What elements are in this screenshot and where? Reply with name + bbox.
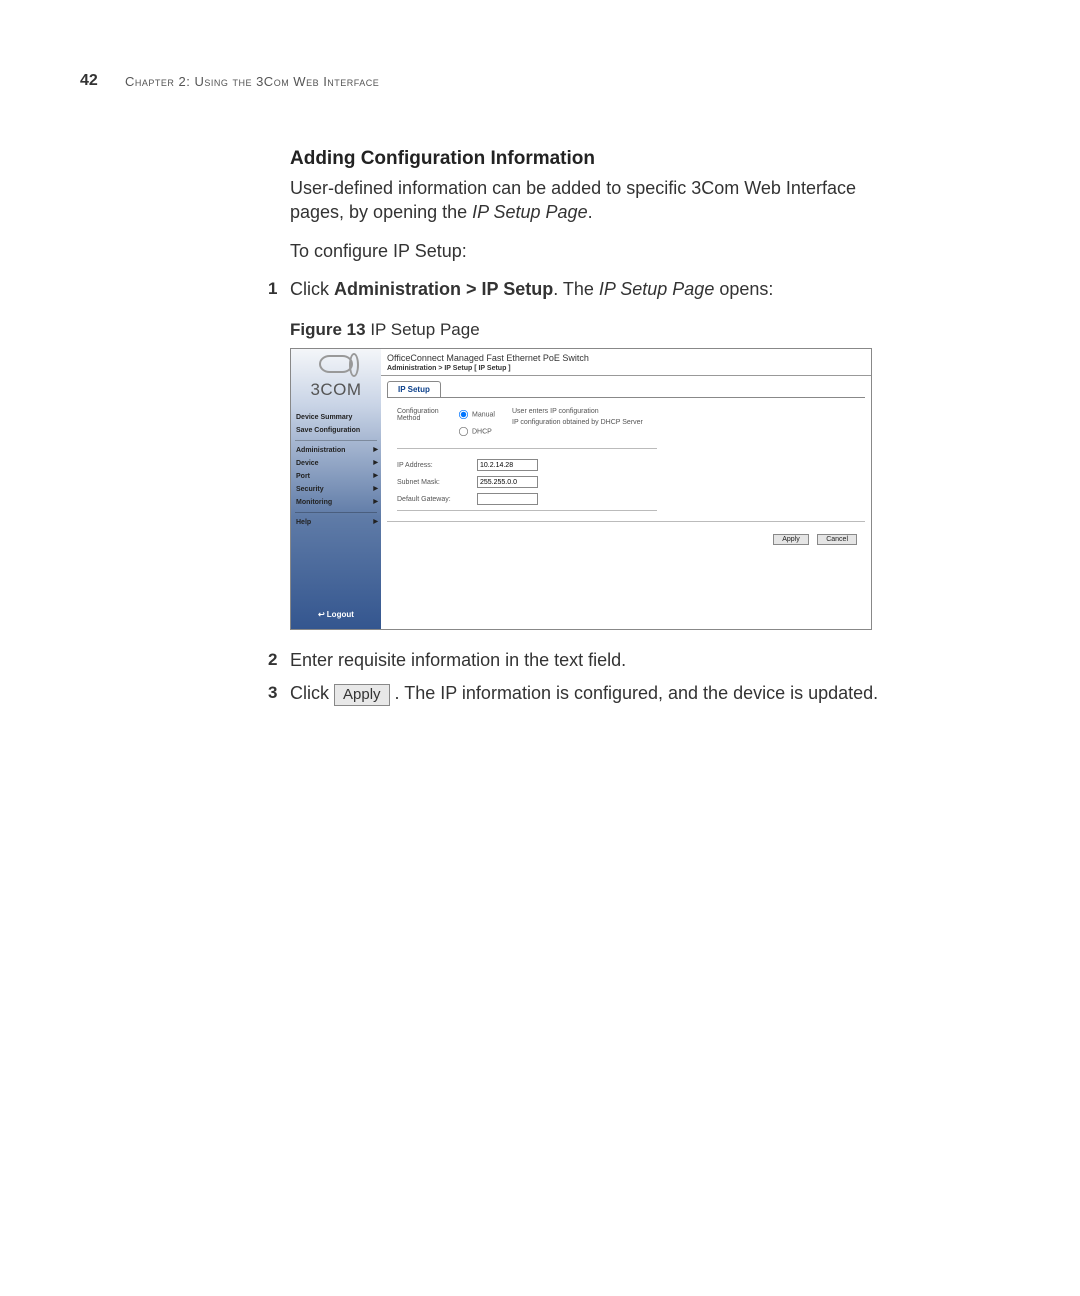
apply-button[interactable]: Apply	[773, 534, 809, 545]
step-2: 2 Enter requisite information in the tex…	[290, 648, 910, 673]
logout-link[interactable]: ↪Logout	[291, 610, 381, 619]
sidebar-item-device[interactable]: Device▶	[293, 457, 379, 470]
sidebar-item-help[interactable]: Help▶	[293, 516, 379, 529]
figure-label-bold: Figure 13	[290, 320, 366, 339]
ip-setup-page-ref: IP Setup Page	[472, 202, 587, 222]
panel-divider-2	[397, 510, 657, 511]
radio-dhcp[interactable]: DHCP	[457, 425, 512, 438]
chevron-right-icon: ▶	[373, 485, 378, 492]
desc-dhcp: IP configuration obtained by DHCP Server	[512, 419, 643, 426]
device-title: OfficeConnect Managed Fast Ethernet PoE …	[381, 349, 871, 363]
step-1-a: Click	[290, 279, 334, 299]
sidebar-item-administration[interactable]: Administration▶	[293, 444, 379, 457]
step-2-text: Enter requisite information in the text …	[290, 650, 626, 670]
chevron-right-icon: ▶	[373, 446, 378, 453]
brand-text: 3COM	[310, 380, 361, 399]
step-1-c: . The	[553, 279, 599, 299]
default-gateway-label: Default Gateway:	[397, 496, 477, 503]
subnet-mask-label: Subnet Mask:	[397, 479, 477, 486]
nav-divider	[295, 440, 377, 441]
step-2-number: 2	[268, 648, 277, 672]
chapter-header: Chapter 2: Using the 3Com Web Interface	[125, 74, 379, 89]
inline-apply-button: Apply	[334, 684, 390, 706]
sidebar-item-security[interactable]: Security▶	[293, 483, 379, 496]
step-3-a: Click	[290, 683, 334, 703]
sidebar-item-device-summary[interactable]: Device Summary	[293, 411, 379, 424]
figure-13-label: Figure 13 IP Setup Page	[290, 320, 910, 340]
default-gateway-input[interactable]	[477, 493, 538, 505]
panel-divider	[397, 448, 657, 449]
intro-paragraph: User-defined information can be added to…	[290, 176, 910, 225]
section-title: Adding Configuration Information	[290, 148, 910, 170]
sidebar-item-monitoring[interactable]: Monitoring▶	[293, 496, 379, 509]
chevron-right-icon: ▶	[373, 459, 378, 466]
configure-lead-in: To configure IP Setup:	[290, 239, 910, 263]
breadcrumb: Administration > IP Setup [ IP Setup ]	[381, 363, 871, 376]
logo: 3COM	[291, 355, 381, 400]
step-1-d: IP Setup Page	[599, 279, 714, 299]
ip-setup-screenshot: 3COM Device Summary Save Configuration A…	[290, 348, 872, 630]
chevron-right-icon: ▶	[373, 472, 378, 479]
config-method-label: Configuration Method	[397, 408, 457, 422]
step-1-e: opens:	[714, 279, 773, 299]
ip-address-input[interactable]	[477, 459, 538, 471]
radio-manual[interactable]: Manual	[457, 408, 512, 421]
para1-c: .	[588, 202, 593, 222]
step-3: 3 Click Apply . The IP information is co…	[290, 681, 910, 706]
subnet-mask-input[interactable]	[477, 476, 538, 488]
3com-ring-icon	[319, 355, 353, 373]
tab-ip-setup[interactable]: IP Setup	[387, 381, 441, 397]
desc-manual: User enters IP configuration	[512, 408, 643, 415]
page-number: 42	[80, 72, 98, 90]
sidebar-item-port[interactable]: Port▶	[293, 470, 379, 483]
chevron-right-icon: ▶	[373, 498, 378, 505]
radio-manual-input[interactable]	[459, 410, 468, 419]
chevron-right-icon: ▶	[373, 518, 378, 525]
nav-divider	[295, 512, 377, 513]
sidebar-item-save-configuration[interactable]: Save Configuration	[293, 424, 379, 437]
figure-label-rest: IP Setup Page	[366, 320, 480, 339]
step-3-number: 3	[268, 681, 277, 705]
ip-address-label: IP Address:	[397, 462, 477, 469]
main-panel: OfficeConnect Managed Fast Ethernet PoE …	[381, 349, 871, 629]
radio-dhcp-input[interactable]	[459, 427, 468, 436]
cancel-button[interactable]: Cancel	[817, 534, 857, 545]
sidebar: 3COM Device Summary Save Configuration A…	[291, 349, 381, 629]
logout-icon: ↪	[318, 610, 325, 619]
step-1-b: Administration > IP Setup	[334, 279, 553, 299]
step-3-b: . The IP information is configured, and …	[395, 683, 879, 703]
step-1-number: 1	[268, 277, 277, 301]
step-1: 1 Click Administration > IP Setup. The I…	[290, 277, 910, 302]
